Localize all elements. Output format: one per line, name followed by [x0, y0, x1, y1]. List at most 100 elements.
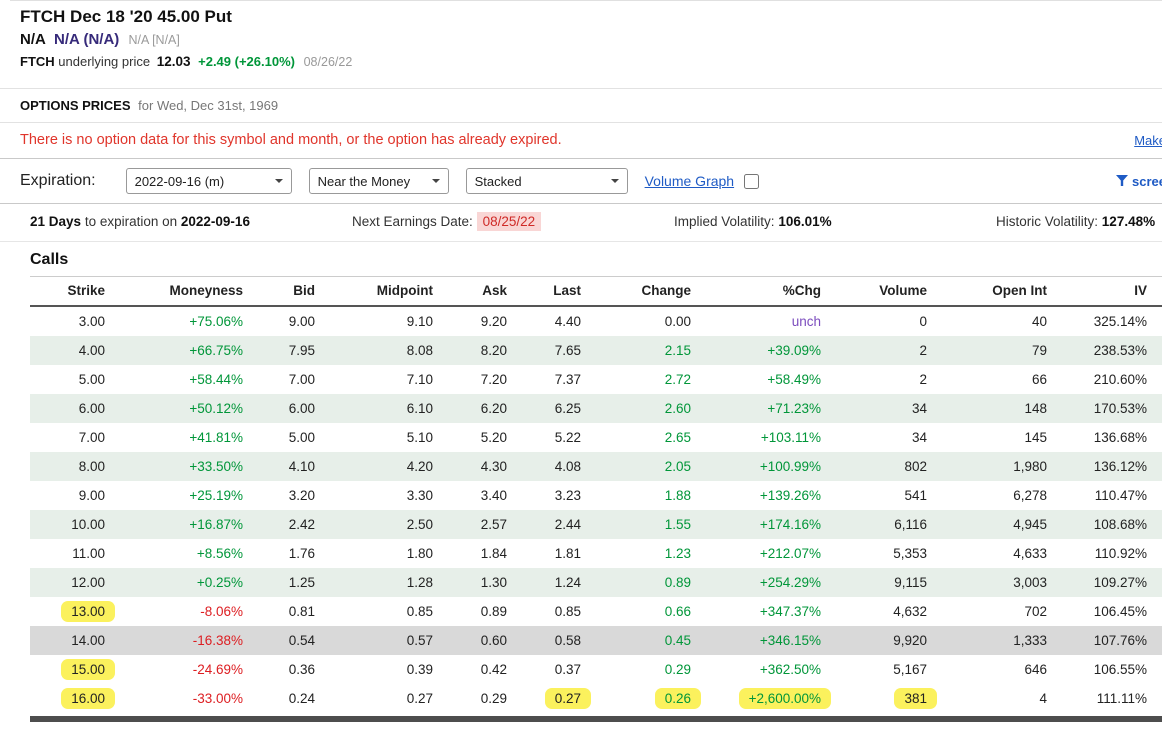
cell-volume: 0 — [833, 306, 939, 336]
cell-moneyness: -16.38% — [117, 626, 255, 655]
cell-strike: 15.00 — [30, 655, 117, 684]
cell-openint: 646 — [939, 655, 1059, 684]
cell-moneyness: +41.81% — [117, 423, 255, 452]
cell-openint: 702 — [939, 597, 1059, 626]
options-prices-strip: OPTIONS PRICES for Wed, Dec 31st, 1969 — [0, 89, 1162, 123]
underlying-price: 12.03 — [157, 54, 191, 69]
table-row: 3.00+75.06%9.009.109.204.400.00unch04032… — [30, 306, 1162, 336]
table-row: 14.00-16.38%0.540.570.600.580.45+346.15%… — [30, 626, 1162, 655]
moneyness-select[interactable]: Near the Money — [309, 168, 449, 194]
cell-ask: 0.89 — [445, 597, 519, 626]
days-to-expiration: 21 Days to expiration on 2022-09-16 — [30, 214, 352, 229]
cell-midpoint: 3.30 — [327, 481, 445, 510]
cell-midpoint: 4.20 — [327, 452, 445, 481]
cell-moneyness: +8.56% — [117, 539, 255, 568]
cell-strike: 7.00 — [30, 423, 117, 452]
cell-pctchg: +139.26% — [703, 481, 833, 510]
col-header-bid[interactable]: Bid — [255, 277, 327, 307]
cell-change: 0.26 — [593, 684, 703, 713]
col-header-pctchg[interactable]: %Chg — [703, 277, 833, 307]
make-default-link[interactable]: Make — [1134, 133, 1162, 148]
cell-bid: 0.24 — [255, 684, 327, 713]
error-row: There is no option data for this symbol … — [0, 123, 1162, 155]
table-row: 8.00+33.50%4.104.204.304.082.05+100.99%8… — [30, 452, 1162, 481]
table-row: 7.00+41.81%5.005.105.205.222.65+103.11%3… — [30, 423, 1162, 452]
cell-volume: 381 — [833, 684, 939, 713]
cell-change: 0.66 — [593, 597, 703, 626]
cell-strike: 4.00 — [30, 336, 117, 365]
cell-openint: 3,003 — [939, 568, 1059, 597]
cell-volume: 541 — [833, 481, 939, 510]
hv-label: Historic Volatility: — [996, 214, 1098, 229]
cell-ask: 0.60 — [445, 626, 519, 655]
quote-change: N/A (N/A) — [54, 31, 119, 48]
cell-ask: 8.20 — [445, 336, 519, 365]
cell-last: 2.44 — [519, 510, 593, 539]
col-header-volume[interactable]: Volume — [833, 277, 939, 307]
table-row: 13.00-8.06%0.810.850.890.850.66+347.37%4… — [30, 597, 1162, 626]
chevron-down-icon — [432, 179, 440, 187]
view-select-value: Stacked — [475, 174, 522, 189]
cell-last: 5.22 — [519, 423, 593, 452]
cell-ask: 1.84 — [445, 539, 519, 568]
view-select[interactable]: Stacked — [466, 168, 628, 194]
col-header-midpoint[interactable]: Midpoint — [327, 277, 445, 307]
cell-last: 0.85 — [519, 597, 593, 626]
quote-na-line: N/A N/A (N/A) N/A [N/A] — [20, 29, 1162, 51]
historic-volatility: Historic Volatility: 127.48% — [996, 214, 1155, 229]
cell-ask: 4.30 — [445, 452, 519, 481]
col-header-strike[interactable]: Strike — [30, 277, 117, 307]
cell-ask: 5.20 — [445, 423, 519, 452]
moneyness-select-value: Near the Money — [318, 174, 411, 189]
quote-last-price: N/A — [20, 31, 46, 48]
cell-strike: 13.00 — [30, 597, 117, 626]
expiration-select[interactable]: 2022-09-16 (m) — [126, 168, 292, 194]
cell-bid: 1.25 — [255, 568, 327, 597]
calls-options-table: StrikeMoneynessBidMidpointAskLastChange%… — [30, 276, 1162, 713]
cell-openint: 4,945 — [939, 510, 1059, 539]
cell-openint: 40 — [939, 306, 1059, 336]
bottom-scrollbar[interactable] — [30, 716, 1162, 722]
cell-moneyness: +0.25% — [117, 568, 255, 597]
cell-strike: 10.00 — [30, 510, 117, 539]
col-header-moneyness[interactable]: Moneyness — [117, 277, 255, 307]
volume-graph-link[interactable]: Volume Graph — [645, 173, 735, 189]
table-row: 5.00+58.44%7.007.107.207.372.72+58.49%26… — [30, 365, 1162, 394]
col-header-iv[interactable]: IV — [1059, 277, 1159, 307]
screener-link[interactable]: scree — [1116, 174, 1162, 189]
col-header-openint[interactable]: Open Int — [939, 277, 1059, 307]
quote-extra: N/A [N/A] — [128, 33, 179, 47]
cell-iv: 107.76% — [1059, 626, 1159, 655]
col-header-last[interactable]: Last — [519, 277, 593, 307]
cell-last: 0.37 — [519, 655, 593, 684]
cell-last: 7.37 — [519, 365, 593, 394]
volume-graph-checkbox[interactable] — [744, 174, 759, 189]
cell-bid: 4.10 — [255, 452, 327, 481]
cell-pctchg: +100.99% — [703, 452, 833, 481]
iv-value: 106.01% — [778, 214, 831, 229]
col-header-change[interactable]: Change — [593, 277, 703, 307]
cell-midpoint: 1.80 — [327, 539, 445, 568]
cell-change: 2.15 — [593, 336, 703, 365]
cell-iv: 325.14% — [1059, 306, 1159, 336]
cell-ask: 1.30 — [445, 568, 519, 597]
chevron-down-icon — [275, 179, 283, 187]
cell-volume: 9,115 — [833, 568, 939, 597]
cell-change: 0.29 — [593, 655, 703, 684]
cell-pctchg: +212.07% — [703, 539, 833, 568]
cell-iv: 106.45% — [1059, 597, 1159, 626]
cell-iv: 111.11% — [1059, 684, 1159, 713]
cell-bid: 7.00 — [255, 365, 327, 394]
cell-strike: 14.00 — [30, 626, 117, 655]
cell-strike: 5.00 — [30, 365, 117, 394]
cell-strike: 8.00 — [30, 452, 117, 481]
expiration-label: Expiration: — [20, 172, 96, 190]
cell-iv: 108.68% — [1059, 510, 1159, 539]
cell-openint: 4,633 — [939, 539, 1059, 568]
table-row: 11.00+8.56%1.761.801.841.811.23+212.07%5… — [30, 539, 1162, 568]
iv-label: Implied Volatility: — [674, 214, 775, 229]
cell-openint: 79 — [939, 336, 1059, 365]
cell-bid: 5.00 — [255, 423, 327, 452]
col-header-ask[interactable]: Ask — [445, 277, 519, 307]
cell-moneyness: +75.06% — [117, 306, 255, 336]
